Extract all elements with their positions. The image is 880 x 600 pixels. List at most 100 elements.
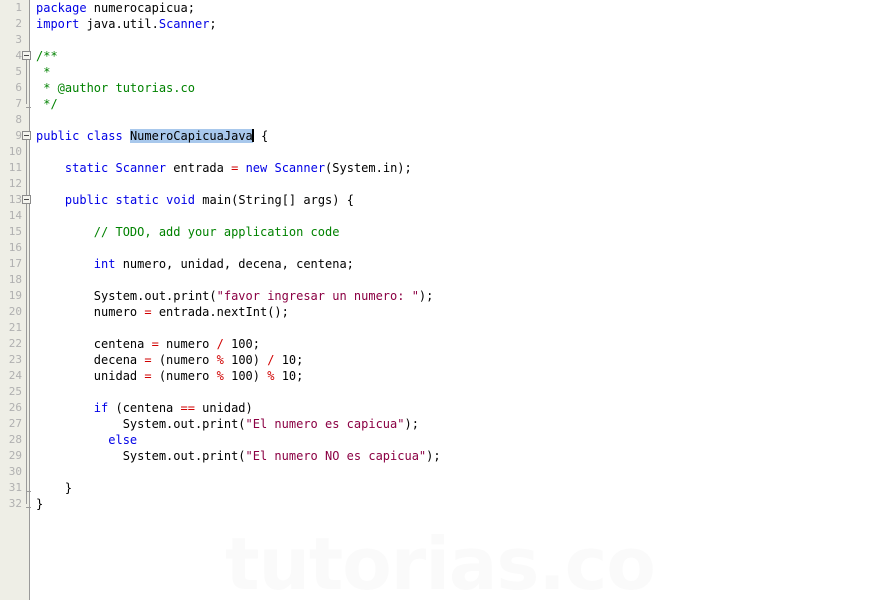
code-line-15: // TODO, add your application code [36,224,340,240]
code-line-17: int numero, unidad, decena, centena; [36,256,354,272]
line-number-16: 16 [8,241,22,254]
token-keyword: if [93,401,109,415]
token-plain: } [64,481,73,495]
line-number-6: 6 [15,81,22,94]
token-keyword: class [86,129,123,143]
code-line-20: numero = entrada.nextInt(); [36,304,289,320]
token-operator: % [216,353,224,367]
code-line-28: else [36,432,137,448]
code-line-31: } [36,480,72,496]
code-line-5: * [36,64,50,80]
line-number-15: 15 [8,225,22,238]
line-number-27: 27 [8,417,22,430]
code-editor[interactable]: tutorias.co 1 2 3 4 5 6 7 8 9 10 11 12 13 14 15 16 17 18 1… [0,0,880,600]
line-number-29: 29 [8,449,22,462]
line-number-2: 2 [15,17,22,30]
token-keyword: import [36,17,80,31]
token-plain: entrada.nextInt(); [151,305,289,319]
line-number-14: 14 [8,209,22,222]
token-plain: (System.in); [325,161,412,175]
token-plain: 100; [223,337,260,351]
line-number-28: 28 [8,433,22,446]
token-plain: System.out.print( [122,449,246,463]
token-comment: * [36,65,51,79]
token-comment: // TODO, add your application code [93,225,340,239]
token-keyword: public [36,129,80,143]
line-number-18: 18 [8,273,22,286]
token-plain: main(String[] args) { [195,193,354,207]
fold-toggle-line-13[interactable] [22,195,31,204]
code-content[interactable]: package numerocapicua; import java.util.… [36,0,880,600]
line-number-12: 12 [8,177,22,190]
token-keyword: new [238,161,275,175]
token-operator: = [151,337,159,351]
token-type: Scanner [274,161,326,175]
token-plain: entrada [166,161,232,175]
token-keyword: void [166,193,195,207]
line-number-19: 19 [8,289,22,302]
token-operator: = [144,353,152,367]
fold-end-line-31 [26,491,31,492]
token-plain: 10; [274,353,304,367]
token-plain: (centena [108,401,181,415]
fold-rail [26,204,27,488]
token-plain: numero [158,337,217,351]
token-plain: (numero [151,369,217,383]
fold-toggle-line-4[interactable] [22,51,31,60]
code-line-23: decena = (numero % 100) / 10; [36,352,304,368]
line-number-11: 11 [8,161,22,174]
token-comment: */ [36,97,58,111]
code-line-7: */ [36,96,58,112]
code-line-4: /** [36,48,58,64]
line-number-5: 5 [15,65,22,78]
code-line-6: * @author tutorias.co [36,80,195,96]
token-plain: 100) [223,353,268,367]
token-plain: numerocapicua; [86,1,195,15]
line-number-gutter: 1 2 3 4 5 6 7 8 9 10 11 12 13 14 15 16 17 18 19 20 21 22 23 24 2… [0,0,31,600]
line-number-26: 26 [8,401,22,414]
code-line-9: public class NumeroCapicuaJava { [36,128,268,144]
token-plain: unidad) [194,401,253,415]
token-keyword: else [108,433,138,447]
token-keyword: int [93,257,116,271]
line-number-9: 9 [15,129,22,142]
token-plain: 10; [274,369,304,383]
code-line-26: if (centena == unidad) [36,400,253,416]
token-plain: unidad [93,369,145,383]
fold-toggle-line-9[interactable] [22,131,31,140]
token-plain: } [36,497,44,511]
token-keyword: static [64,161,109,175]
token-plain: System.out.print( [93,289,217,303]
token-plain: numero, unidad, decena, centena; [115,257,354,271]
code-line-13: public static void main(String[] args) { [36,192,354,208]
line-number-30: 30 [8,465,22,478]
token-keyword: static [115,193,159,207]
token-string: "El numero NO es capicua" [245,449,427,463]
line-number-22: 22 [8,337,22,350]
token-string: "favor ingresar un numero: " [216,289,419,303]
token-plain: decena [93,353,145,367]
token-plain: java.util. [79,17,159,31]
token-type: Scanner [158,17,210,31]
token-operator: % [216,369,224,383]
line-number-25: 25 [8,385,22,398]
token-plain: System.out.print( [122,417,246,431]
line-number-7: 7 [15,97,22,110]
selected-class-name[interactable]: NumeroCapicuaJava [129,129,253,143]
